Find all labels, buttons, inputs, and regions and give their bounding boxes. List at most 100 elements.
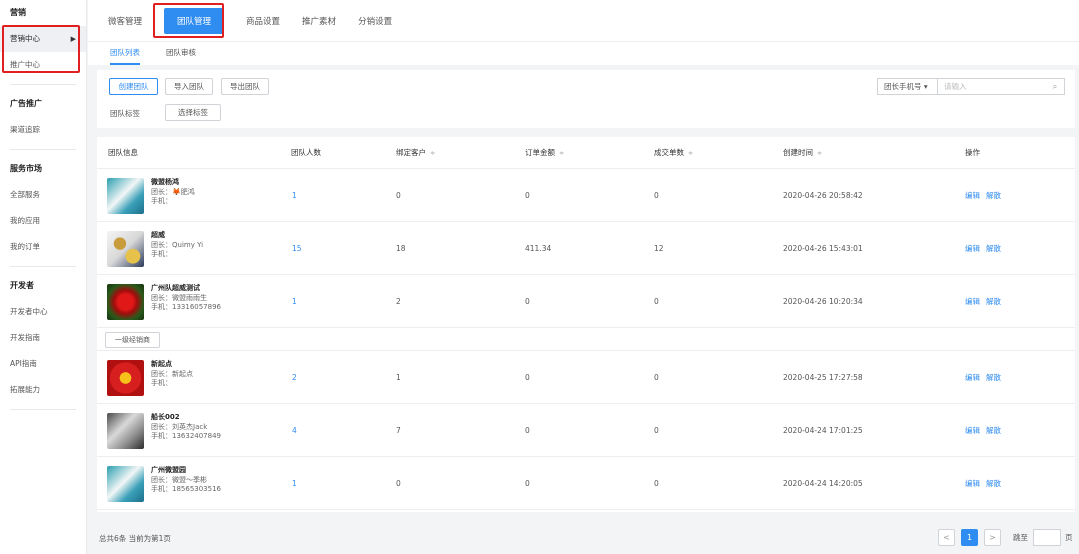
toolbar: 创建团队 导入团队 导出团队 团队标签 选择标签 团长手机号 ▾ 请输入 ⌕: [97, 70, 1075, 128]
sidebar-item-all-services[interactable]: 全部服务: [10, 182, 76, 208]
dissolve-link[interactable]: 解散: [986, 191, 1001, 200]
top-tab-bar: 微客管理 团队管理 商品设置 推广素材 分销设置: [88, 0, 1079, 41]
team-info: 广州微盟园 团长：微盟～季彬 手机：18565303516: [151, 466, 221, 495]
tab-team-review[interactable]: 团队审核: [166, 42, 196, 65]
export-team-button[interactable]: 导出团队: [221, 78, 269, 95]
divider: [10, 409, 76, 410]
create-team-button[interactable]: 创建团队: [109, 78, 158, 95]
member-count-link[interactable]: 2: [292, 352, 297, 404]
team-tag-label: 团队标签: [110, 109, 140, 118]
divider: [10, 84, 76, 85]
team-avatar: [107, 360, 144, 396]
tag-row: 一级经销商: [97, 329, 1075, 351]
sort-icon: ≑: [430, 150, 436, 157]
sidebar-item-promo-center[interactable]: 推广中心: [10, 52, 76, 78]
dissolve-link[interactable]: 解散: [986, 297, 1001, 306]
sidebar-item-dev-guide[interactable]: 开发指南: [10, 325, 76, 351]
col-team-info: 团队信息: [108, 148, 138, 157]
sidebar-item-dev-center[interactable]: 开发者中心: [10, 299, 76, 325]
team-name: 船长002: [151, 413, 180, 421]
member-count-link[interactable]: 1: [292, 170, 297, 222]
table-row: 超威 团长：Quimy Yi 手机： 15 18 411.34 12 2020-…: [97, 223, 1075, 275]
order-amount: 0: [525, 426, 530, 435]
edit-link[interactable]: 编辑: [965, 297, 980, 306]
edit-link[interactable]: 编辑: [965, 426, 980, 435]
member-count-link[interactable]: 4: [292, 405, 297, 457]
col-label: 创建时间: [783, 148, 813, 157]
search-box: 团长手机号 ▾ 请输入 ⌕: [877, 78, 1065, 95]
next-page-button[interactable]: >: [984, 529, 1001, 546]
sidebar-section-developer: 开发者: [10, 281, 34, 290]
page-1-button[interactable]: 1: [961, 529, 978, 546]
sidebar-item-my-orders[interactable]: 我的订单: [10, 234, 76, 260]
col-created-time[interactable]: 创建时间 ≑: [783, 137, 822, 170]
deal-count: 0: [654, 479, 659, 488]
pagination: < 1 > 跳至 页: [938, 529, 1073, 546]
col-label: 绑定客户: [396, 148, 426, 157]
goto-label: 跳至: [1013, 533, 1028, 542]
table-header: 团队信息 团队人数 绑定客户 ≑ 订单金额 ≑ 成交单数 ≑ 创建时间 ≑ 操作: [97, 137, 1075, 169]
sidebar-item-api-guide[interactable]: API指南: [10, 351, 76, 377]
col-bound-customers[interactable]: 绑定客户 ≑: [396, 137, 435, 170]
tab-team-list[interactable]: 团队列表: [110, 42, 140, 65]
sidebar-section-service: 服务市场: [10, 164, 42, 173]
tag-level1-distributor[interactable]: 一级经销商: [105, 332, 160, 348]
col-actions: 操作: [965, 148, 980, 157]
sidebar-item-marketing-center[interactable]: 营销中心 ▶: [0, 26, 86, 52]
search-field-select[interactable]: 团长手机号 ▾: [878, 79, 938, 94]
tab-product-settings[interactable]: 商品设置: [246, 10, 280, 32]
sidebar-item-my-apps[interactable]: 我的应用: [10, 208, 76, 234]
table-row: 广州队超威测试 团长：微盟雨雨生 手机：13316057896 1 2 0 0 …: [97, 276, 1075, 328]
sidebar-section-marketing: 营销: [10, 8, 26, 17]
tab-wike-management[interactable]: 微客管理: [108, 10, 142, 32]
team-avatar: [107, 231, 144, 267]
col-member-count: 团队人数: [291, 148, 321, 157]
edit-link[interactable]: 编辑: [965, 244, 980, 253]
team-phone: 手机：: [151, 197, 172, 205]
search-icon[interactable]: ⌕: [1046, 82, 1064, 92]
tab-promo-material[interactable]: 推广素材: [302, 10, 336, 32]
tab-team-management[interactable]: 团队管理: [164, 7, 225, 34]
sort-icon: ≑: [688, 150, 694, 157]
import-team-button[interactable]: 导入团队: [165, 78, 213, 95]
row-actions: 编辑 解散: [965, 405, 1007, 457]
team-phone: 手机：: [151, 250, 172, 258]
bound-customers: 18: [396, 244, 406, 253]
team-name: 微盟杨鸿: [151, 178, 179, 186]
dissolve-link[interactable]: 解散: [986, 373, 1001, 382]
member-count-link[interactable]: 1: [292, 458, 297, 510]
team-name: 广州队超威测试: [151, 284, 200, 292]
col-deal-count[interactable]: 成交单数 ≑: [654, 137, 693, 170]
edit-link[interactable]: 编辑: [965, 191, 980, 200]
table-row: 广州微盟园 团长：微盟～季彬 手机：18565303516 1 0 0 0 20…: [97, 458, 1075, 510]
dissolve-link[interactable]: 解散: [986, 244, 1001, 253]
member-count-link[interactable]: 15: [292, 223, 302, 275]
divider: [10, 149, 76, 150]
team-leader: 团长：刘英杰Jack: [151, 422, 208, 431]
dissolve-link[interactable]: 解散: [986, 479, 1001, 488]
order-amount: 0: [525, 297, 530, 306]
select-tag-button[interactable]: 选择标签: [165, 104, 221, 121]
edit-link[interactable]: 编辑: [965, 479, 980, 488]
sidebar-item-extension[interactable]: 拓展能力: [10, 377, 76, 403]
member-count-link[interactable]: 1: [292, 276, 297, 328]
sub-tab-bar: 团队列表 团队审核: [88, 41, 1079, 65]
dissolve-link[interactable]: 解散: [986, 426, 1001, 435]
created-time: 2020-04-24 17:01:25: [783, 426, 863, 435]
prev-page-button[interactable]: <: [938, 529, 955, 546]
created-time: 2020-04-26 15:43:01: [783, 244, 863, 253]
table-row: 船长002 团长：刘英杰Jack 手机：13632407849 4 7 0 0 …: [97, 405, 1075, 457]
col-order-amount[interactable]: 订单金额 ≑: [525, 137, 564, 170]
col-label: 订单金额: [525, 148, 555, 157]
tab-distribution-settings[interactable]: 分销设置: [358, 10, 392, 32]
sidebar-item-channel-tracking[interactable]: 渠道追踪: [10, 117, 76, 143]
goto-page-input[interactable]: [1033, 529, 1061, 546]
edit-link[interactable]: 编辑: [965, 373, 980, 382]
bound-customers: 2: [396, 297, 401, 306]
team-phone: 手机：18565303516: [151, 485, 221, 493]
search-input[interactable]: 请输入: [938, 81, 1046, 92]
created-time: 2020-04-24 14:20:05: [783, 479, 863, 488]
deal-count: 0: [654, 297, 659, 306]
deal-count: 0: [654, 373, 659, 382]
table-row: 微盟杨鸿 团长：🦊肥鸿 手机： 1 0 0 0 2020-04-26 20:58…: [97, 170, 1075, 222]
